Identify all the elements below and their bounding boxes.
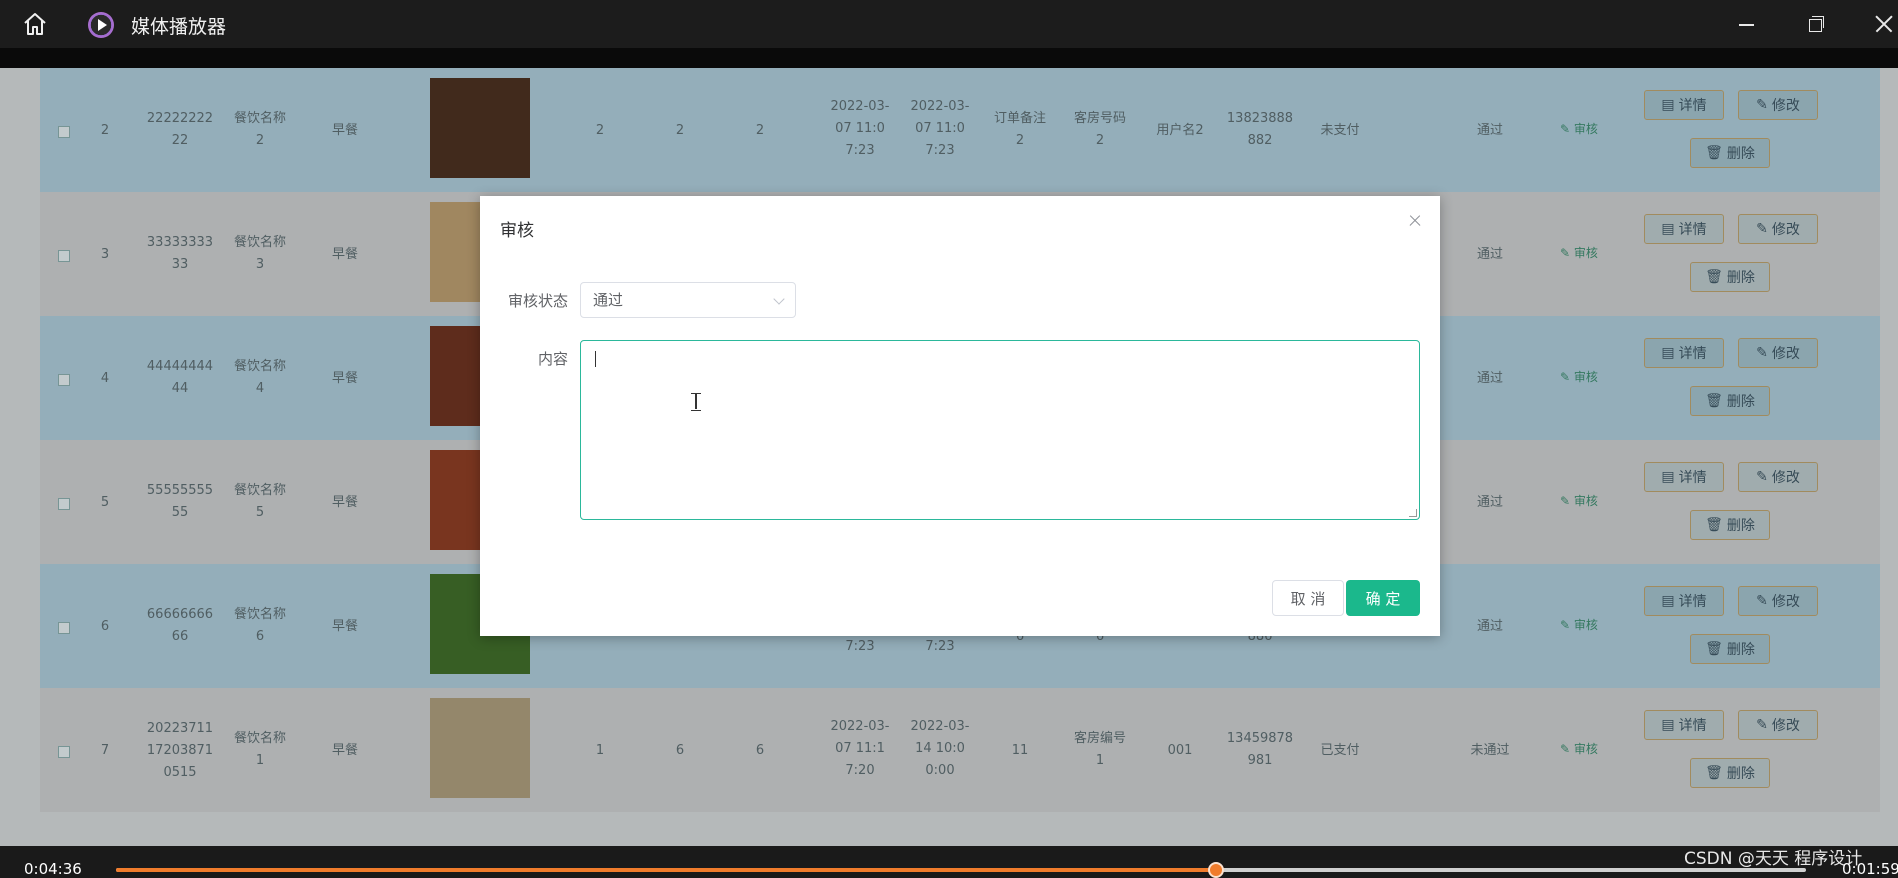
audit-dialog: 审核 审核状态 通过 内容 取 消 确 定 xyxy=(480,196,1440,636)
window-title: 媒体播放器 xyxy=(131,16,227,38)
seek-bar[interactable] xyxy=(116,862,1806,878)
elapsed-time: 0:04:36 xyxy=(24,860,82,878)
restore-button[interactable] xyxy=(1799,10,1829,38)
dialog-title: 审核 xyxy=(500,221,534,241)
close-icon[interactable] xyxy=(1408,214,1422,228)
home-icon[interactable] xyxy=(22,12,48,36)
seek-progress xyxy=(116,868,1217,872)
watermark-text: CSDN @天天 程序设计 xyxy=(1684,849,1863,869)
resize-handle[interactable] xyxy=(1409,509,1417,517)
media-player-app-icon xyxy=(88,12,114,38)
content-label: 内容 xyxy=(537,350,568,368)
text-cursor-icon xyxy=(691,393,701,411)
content-textarea[interactable] xyxy=(580,340,1420,520)
text-caret xyxy=(595,351,596,367)
minimize-button[interactable] xyxy=(1731,10,1761,38)
cancel-button[interactable]: 取 消 xyxy=(1272,580,1344,616)
title-bar: 媒体播放器 xyxy=(0,0,1898,48)
audit-status-label: 审核状态 xyxy=(507,292,568,310)
video-letterbox xyxy=(0,48,1898,68)
audit-status-value: 通过 xyxy=(593,291,624,309)
confirm-button[interactable]: 确 定 xyxy=(1346,580,1420,616)
chevron-down-icon xyxy=(773,293,785,305)
seek-handle[interactable] xyxy=(1208,862,1225,878)
player-controls: 0:04:36 0:01:59 xyxy=(0,846,1898,878)
audit-status-select[interactable]: 通过 xyxy=(580,282,796,318)
close-window-button[interactable] xyxy=(1868,10,1898,38)
